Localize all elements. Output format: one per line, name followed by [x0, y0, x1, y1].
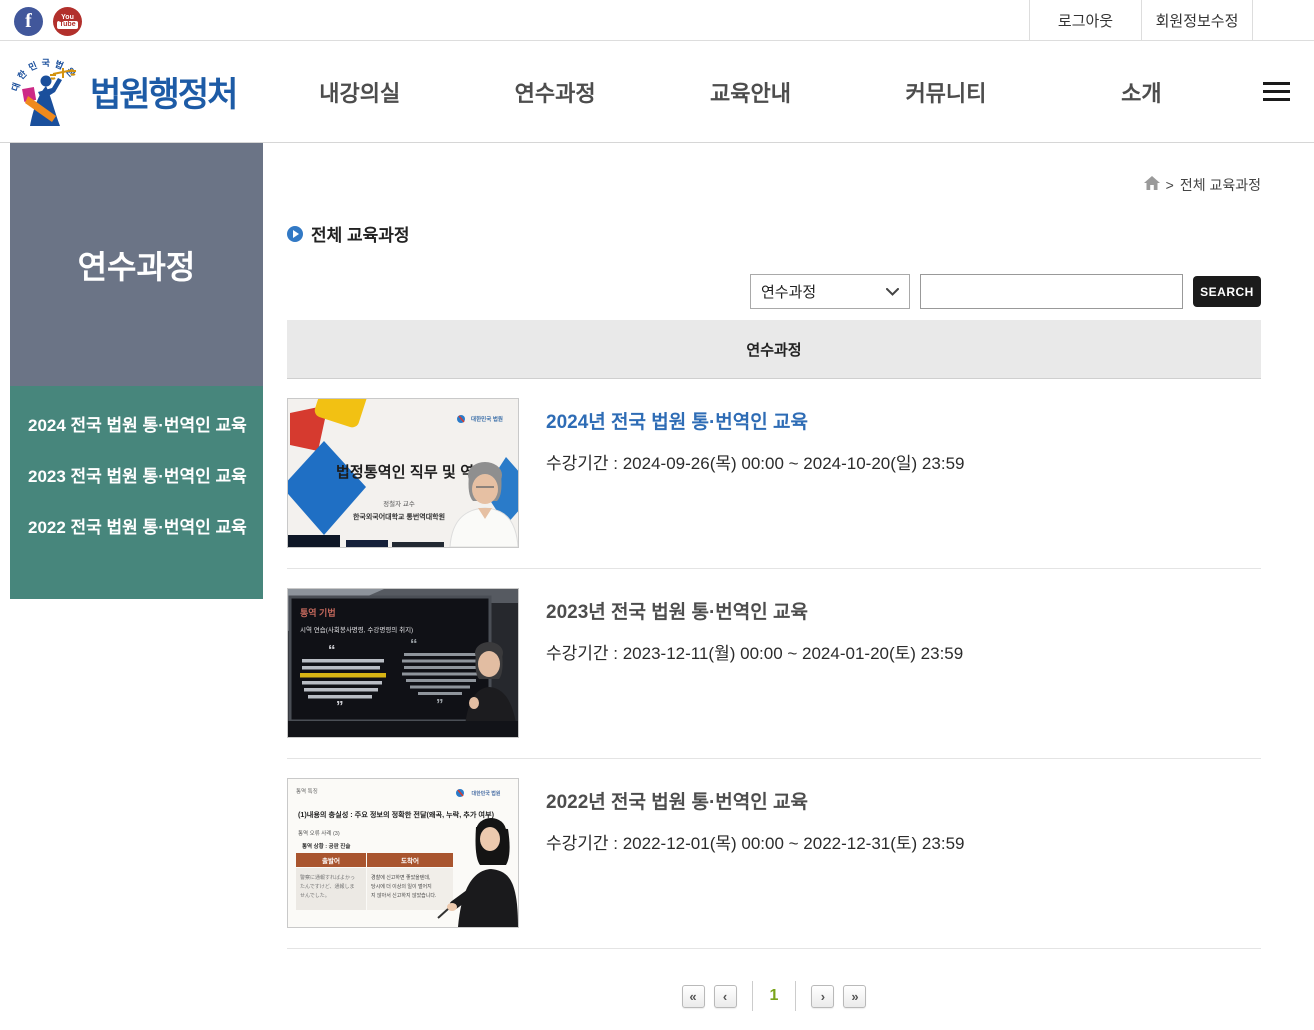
- pagination-next-button[interactable]: ›: [811, 985, 834, 1008]
- pagination-separator: [752, 981, 753, 1011]
- thumb-affiliation: 한국외국어대학교 통번역대학원: [353, 512, 445, 521]
- thumb-table: 출발어 도착어 警察に通報すればよかっ たんですけど、通報しま せんでした。 경…: [296, 853, 453, 910]
- pagination-current-page[interactable]: 1: [770, 987, 779, 1005]
- svg-text:警察に通報すればよかっ: 警察に通報すればよかっ: [300, 874, 355, 881]
- nav-item-education-guide[interactable]: 교육안내: [653, 76, 848, 108]
- thumb-top-label: 통역 특징: [296, 787, 318, 795]
- thumb-heading: 법정통역인 직무 및 역할: [336, 463, 488, 481]
- quote-mark: “: [328, 642, 336, 659]
- course-period-2022: 수강기간 : 2022-12-01(목) 00:00 ~ 2022-12-31(…: [546, 829, 964, 854]
- youtube-icon-text-you: You: [61, 14, 74, 21]
- sidebar-item-2022-course[interactable]: 2022 전국 법원 통·번역인 교육: [10, 502, 263, 553]
- home-icon[interactable]: [1144, 176, 1160, 194]
- search-category-value: 연수과정: [761, 281, 816, 302]
- top-utility-bar: f You Tube 로그아웃 회원정보수정: [0, 0, 1314, 41]
- thumb-case-label: 통역 오류 사례 (3): [298, 829, 340, 837]
- svg-text:도착어: 도착어: [401, 856, 419, 865]
- course-period-2024: 수강기간 : 2024-09-26(목) 00:00 ~ 2024-10-20(…: [546, 449, 964, 474]
- sidebar: 연수과정 2024 전국 법원 통·번역인 교육 2023 전국 법원 통·번역…: [10, 143, 263, 599]
- chevron-down-icon: [886, 288, 899, 296]
- course-info: 2022년 전국 법원 통·번역인 교육 수강기간 : 2022-12-01(목…: [546, 778, 964, 928]
- course-title-2023[interactable]: 2023년 전국 법원 통·번역인 교육: [546, 597, 963, 624]
- course-title-2024[interactable]: 2024년 전국 법원 통·번역인 교육: [546, 407, 964, 434]
- sidebar-item-2024-course[interactable]: 2024 전국 법원 통·번역인 교육: [10, 400, 263, 451]
- course-title-2022[interactable]: 2022년 전국 법원 통·번역인 교육: [546, 787, 964, 814]
- thumb-heading: 통역 기법: [300, 607, 336, 618]
- svg-text:たんですけど、通報しま: たんですけど、通報しま: [300, 883, 355, 890]
- svg-text:출발어: 출발어: [322, 856, 340, 865]
- breadcrumb-separator: >: [1166, 177, 1174, 193]
- svg-text:당시에 더 이상의 일이 벌어지: 당시에 더 이상의 일이 벌어지: [371, 883, 432, 890]
- content: > 전체 교육과정 전체 교육과정 연수과정 SEARCH 연수과정: [287, 143, 1261, 1011]
- quote-mark: ”: [436, 696, 444, 713]
- logout-link[interactable]: 로그아웃: [1029, 0, 1141, 41]
- thumb-subheading: 시역 연습(사회봉사명령, 수강명령의 취지): [300, 625, 413, 634]
- course-period-2023: 수강기간 : 2023-12-11(월) 00:00 ~ 2024-01-20(…: [546, 639, 963, 664]
- search-category-select[interactable]: 연수과정: [750, 274, 910, 309]
- youtube-icon-text-tube: Tube: [57, 21, 77, 29]
- thumb-presenter: 정철자 교수: [383, 499, 415, 508]
- site-logo[interactable]: 대한민국법원 법원행정처: [0, 48, 262, 135]
- social-links: f You Tube: [0, 5, 82, 36]
- pagination-prev-button[interactable]: ‹: [714, 985, 737, 1008]
- course-row-2023: 통역 기법 시역 연습(사회봉사명령, 수강명령의 취지) “ ” “: [287, 569, 1261, 759]
- course-list-header: 연수과정: [287, 320, 1261, 379]
- course-thumbnail-2022[interactable]: 통역 특징 대한민국 법원 (1)내용의 충실성 : 주요 정보의 정확한 전달…: [287, 778, 519, 928]
- svg-text:대한민국 법원: 대한민국 법원: [471, 415, 503, 423]
- nav-item-training-courses[interactable]: 연수과정: [457, 76, 652, 108]
- course-thumbnail-2023[interactable]: 통역 기법 시역 연습(사회봉사명령, 수강명령의 취지) “ ” “: [287, 588, 519, 738]
- search-button[interactable]: SEARCH: [1193, 276, 1261, 307]
- section-title-row: 전체 교육과정: [287, 221, 1261, 246]
- course-info: 2023년 전국 법원 통·번역인 교육 수강기간 : 2023-12-11(월…: [546, 588, 963, 738]
- course-row-2022: 통역 특징 대한민국 법원 (1)내용의 충실성 : 주요 정보의 정확한 전달…: [287, 759, 1261, 949]
- course-thumbnail-2024[interactable]: 대한민국 법원 법정통역인 직무 및 역할 정철자 교수 한국외국어대학교 통번…: [287, 398, 519, 548]
- svg-text:せんでした。: せんでした。: [300, 893, 330, 899]
- site-logo-text: 법원행정처: [90, 67, 236, 116]
- nav-item-about[interactable]: 소개: [1044, 76, 1239, 108]
- account-links: 로그아웃 회원정보수정: [1029, 0, 1253, 41]
- pagination-first-button[interactable]: «: [682, 985, 705, 1008]
- course-list-header-label: 연수과정: [746, 339, 801, 360]
- thumb-situation-label: 통역 상황 : 공판 진술: [302, 842, 350, 850]
- search-row: 연수과정 SEARCH: [287, 274, 1261, 309]
- court-logo-icon: 대한민국법원: [8, 48, 86, 135]
- hamburger-menu-button[interactable]: [1239, 82, 1314, 101]
- logo-seal-text: 대한민국법원: [9, 58, 81, 93]
- nav-item-community[interactable]: 커뮤니티: [848, 76, 1043, 108]
- sidebar-title-panel: 연수과정: [10, 143, 263, 386]
- svg-text:대한민국 법원: 대한민국 법원: [472, 790, 501, 797]
- pagination: « ‹ 1 › »: [287, 981, 1261, 1011]
- edit-member-info-link[interactable]: 회원정보수정: [1141, 0, 1253, 41]
- main-area: 연수과정 2024 전국 법원 통·번역인 교육 2023 전국 법원 통·번역…: [0, 143, 1314, 1029]
- section-title: 전체 교육과정: [311, 221, 410, 246]
- sidebar-title: 연수과정: [78, 242, 196, 288]
- youtube-icon[interactable]: You Tube: [53, 7, 82, 36]
- thumb-heading: (1)내용의 충실성 : 주요 정보의 정확한 전달(왜곡, 누락, 추가 여부…: [298, 810, 494, 819]
- thumb-court-logo: 대한민국 법원: [456, 789, 501, 797]
- course-info: 2024년 전국 법원 통·번역인 교육 수강기간 : 2024-09-26(목…: [546, 398, 964, 548]
- site-header: 대한민국법원 법원행정처 내강의실: [0, 41, 1314, 143]
- section-bullet-icon: [287, 226, 303, 242]
- hamburger-bar: [1263, 82, 1290, 85]
- sidebar-menu: 2024 전국 법원 통·번역인 교육 2023 전국 법원 통·번역인 교육 …: [10, 386, 263, 599]
- quote-mark: “: [410, 636, 418, 653]
- svg-text:대한민국법원: 대한민국법원: [9, 58, 81, 93]
- breadcrumb-current: 전체 교육과정: [1180, 175, 1261, 195]
- breadcrumb: > 전체 교육과정: [287, 143, 1261, 195]
- quote-mark: ”: [336, 698, 344, 715]
- pagination-separator: [795, 981, 796, 1011]
- course-row-2024: 대한민국 법원 법정통역인 직무 및 역할 정철자 교수 한국외국어대학교 통번…: [287, 379, 1261, 569]
- sidebar-item-2023-course[interactable]: 2023 전국 법원 통·번역인 교육: [10, 451, 263, 502]
- page: f You Tube 로그아웃 회원정보수정 대한민국법원: [0, 0, 1314, 1030]
- global-nav: 내강의실 연수과정 교육안내 커뮤니티 소개: [262, 76, 1314, 108]
- pagination-last-button[interactable]: »: [843, 985, 866, 1008]
- search-input[interactable]: [920, 274, 1183, 309]
- svg-text:경찰에 신고하면 좋았을텐데,: 경찰에 신고하면 좋았을텐데,: [371, 874, 430, 881]
- facebook-icon[interactable]: f: [14, 7, 43, 36]
- hamburger-bar: [1263, 98, 1290, 101]
- hamburger-bar: [1263, 90, 1290, 93]
- nav-item-my-classroom[interactable]: 내강의실: [262, 76, 457, 108]
- svg-text:지 않아서 신고하지 않았습니다.: 지 않아서 신고하지 않았습니다.: [371, 892, 436, 899]
